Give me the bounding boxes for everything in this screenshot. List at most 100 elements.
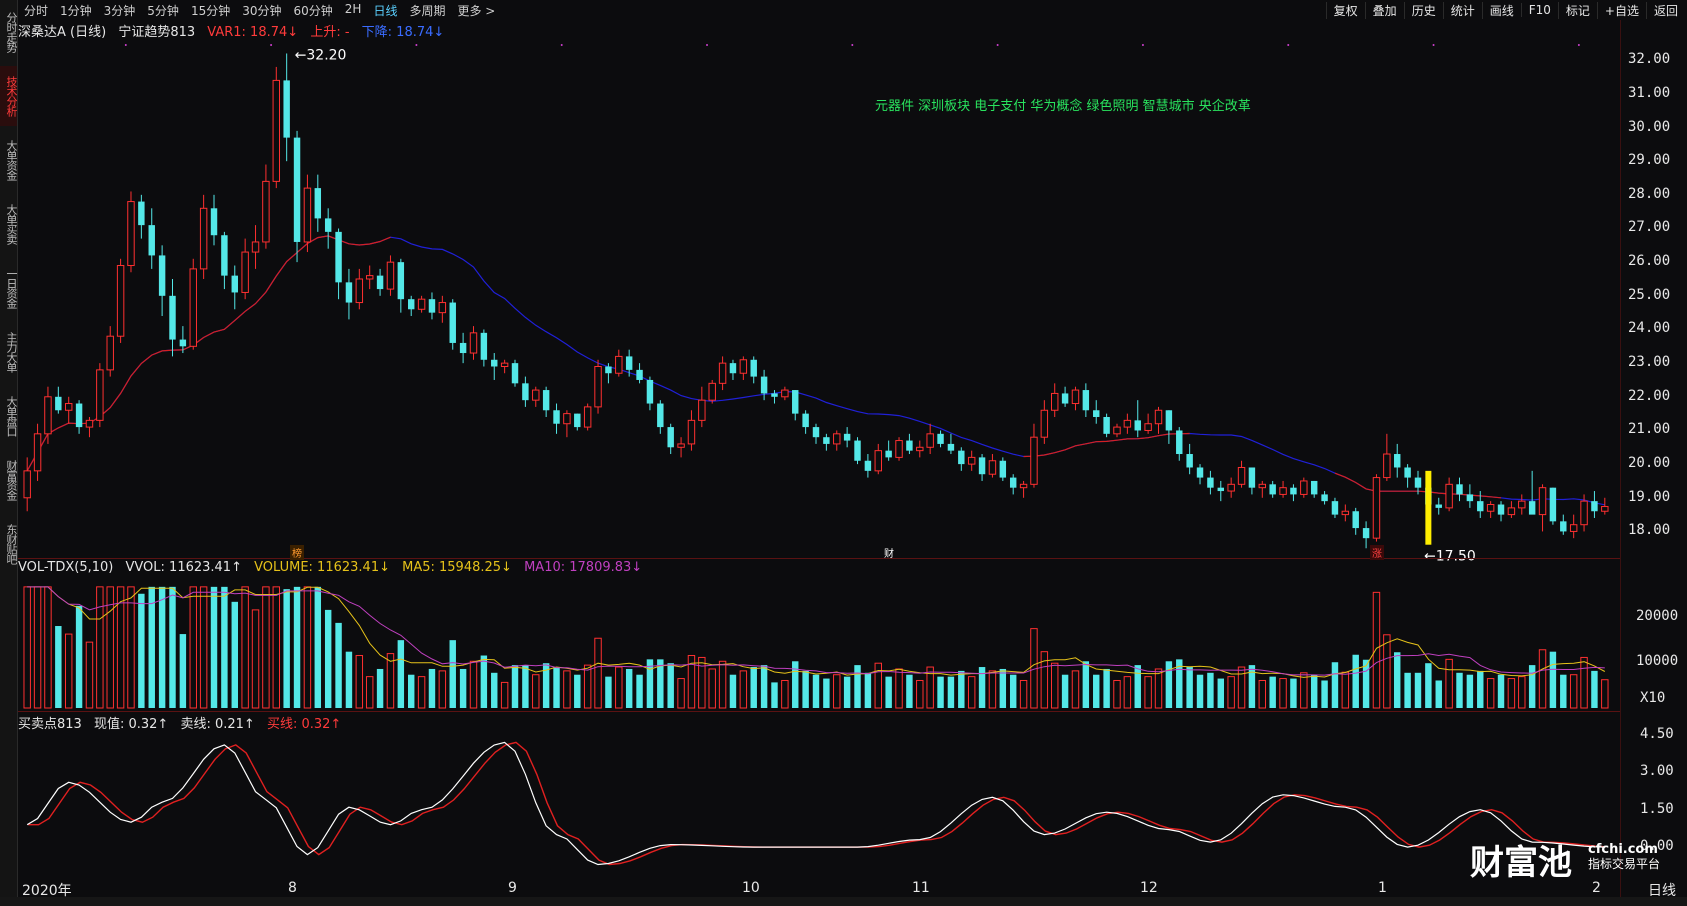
volume-bar — [1186, 667, 1193, 708]
volume-bar — [677, 678, 685, 709]
candle-body — [708, 382, 716, 401]
candle-body — [854, 440, 861, 461]
candle-body — [864, 460, 872, 471]
candle-body — [272, 79, 281, 182]
tool-8[interactable]: 返回 — [1645, 1, 1685, 19]
top-dot — [415, 44, 418, 46]
price-tick-7: 25.00 — [1628, 286, 1671, 303]
volume-bar — [1061, 674, 1069, 708]
candle-body — [1082, 390, 1090, 411]
candle-body — [1040, 409, 1049, 438]
candle-body — [1269, 484, 1276, 495]
volume-bar — [1082, 661, 1090, 708]
volume-bar — [1300, 672, 1308, 709]
candle-body — [459, 342, 467, 354]
osc-tick-1: 3.00 — [1640, 763, 1674, 780]
candle-body — [397, 262, 405, 300]
candle-body — [605, 366, 612, 374]
candle-body — [885, 450, 892, 458]
price-tick-11: 21.00 — [1628, 421, 1671, 438]
candle-body — [792, 390, 799, 414]
volume-bar — [1310, 674, 1318, 708]
price-tick-14: 18.00 — [1628, 522, 1671, 539]
volume-bar — [511, 665, 519, 708]
volume-bar — [335, 622, 342, 708]
volume-bar — [251, 609, 260, 709]
volume-bar — [1466, 674, 1474, 708]
candle-body — [148, 225, 155, 256]
volume-bar — [823, 678, 830, 708]
volume-bar — [293, 586, 301, 708]
volume-bar — [1019, 679, 1028, 709]
watermark-site: cfchi.com — [1588, 842, 1658, 857]
volume-bar — [843, 676, 851, 708]
volume-bar — [376, 668, 384, 708]
candle-body — [1227, 483, 1235, 492]
candle-body — [1134, 420, 1141, 431]
volume-bar — [459, 668, 467, 708]
candle-body — [636, 369, 643, 380]
volume-bar — [583, 664, 592, 709]
volume-bar — [1165, 661, 1173, 708]
marker-cai[interactable]: 财 — [882, 545, 896, 560]
candle-body — [1310, 480, 1318, 495]
volume-bar — [1383, 634, 1391, 709]
bottom-status-bar — [0, 897, 1687, 906]
volume-bar — [895, 668, 903, 709]
top-dot — [270, 44, 273, 46]
volume-bar — [1456, 672, 1463, 708]
volume-bar — [1134, 665, 1141, 708]
candle-body — [1466, 494, 1474, 502]
candle-body — [303, 187, 312, 243]
volume-bar — [241, 586, 249, 709]
candle-body — [491, 359, 498, 367]
candle-body — [241, 251, 249, 293]
candle-body — [75, 403, 83, 428]
price-chart[interactable]: ←32.20 ←17.50 — [0, 0, 1620, 906]
candle-body — [480, 332, 488, 360]
volume-bar — [1279, 678, 1287, 709]
vol-indicator-name[interactable]: VOL-TDX(5,10) — [18, 560, 113, 575]
osc-now-value: 现值: 0.32↑ — [93, 717, 169, 732]
volume-bar — [148, 586, 155, 708]
candle-body — [978, 457, 986, 475]
volume-bar — [1569, 674, 1578, 709]
osc-indicator-name[interactable]: 买卖点813 — [18, 717, 82, 732]
candle-body — [802, 413, 809, 428]
marker-bang[interactable]: 榜 — [290, 545, 304, 560]
volume-bar — [1560, 674, 1567, 708]
volume-bar — [792, 661, 799, 708]
volume-bar — [1404, 672, 1411, 708]
x-label-3: 10 — [742, 880, 760, 896]
candle-body — [1507, 507, 1516, 516]
candle-body — [967, 456, 976, 465]
candle-body — [293, 137, 301, 242]
candle-body — [55, 396, 62, 411]
volume-bar — [23, 586, 31, 709]
volume-bar — [1394, 652, 1401, 708]
volume-bar — [947, 676, 955, 708]
watermark-brand: 财富池 — [1470, 843, 1572, 883]
x-label-4: 11 — [912, 880, 930, 896]
marker-zhang[interactable]: 涨 — [1370, 545, 1384, 560]
candle-body — [1009, 477, 1017, 488]
vol-unit: X10 — [1640, 690, 1666, 706]
volume-bar — [854, 665, 861, 708]
candle-body — [1518, 500, 1526, 509]
candle-body — [116, 265, 125, 337]
candle-body — [438, 302, 447, 314]
candle-body — [532, 389, 540, 401]
candle-body — [1279, 487, 1287, 495]
volume-bar — [262, 586, 270, 709]
x-label-6: 1 — [1378, 880, 1387, 896]
candle-body — [417, 298, 426, 310]
volume-bar — [75, 605, 83, 708]
price-tick-3: 29.00 — [1628, 152, 1671, 169]
volume-bar — [1372, 591, 1381, 709]
candle-body — [1258, 483, 1267, 489]
volume-bar — [417, 676, 426, 709]
candle-body — [1154, 409, 1163, 425]
volume-bar — [1217, 678, 1225, 708]
price-tick-2: 30.00 — [1628, 118, 1671, 135]
volume-bar — [812, 674, 820, 708]
